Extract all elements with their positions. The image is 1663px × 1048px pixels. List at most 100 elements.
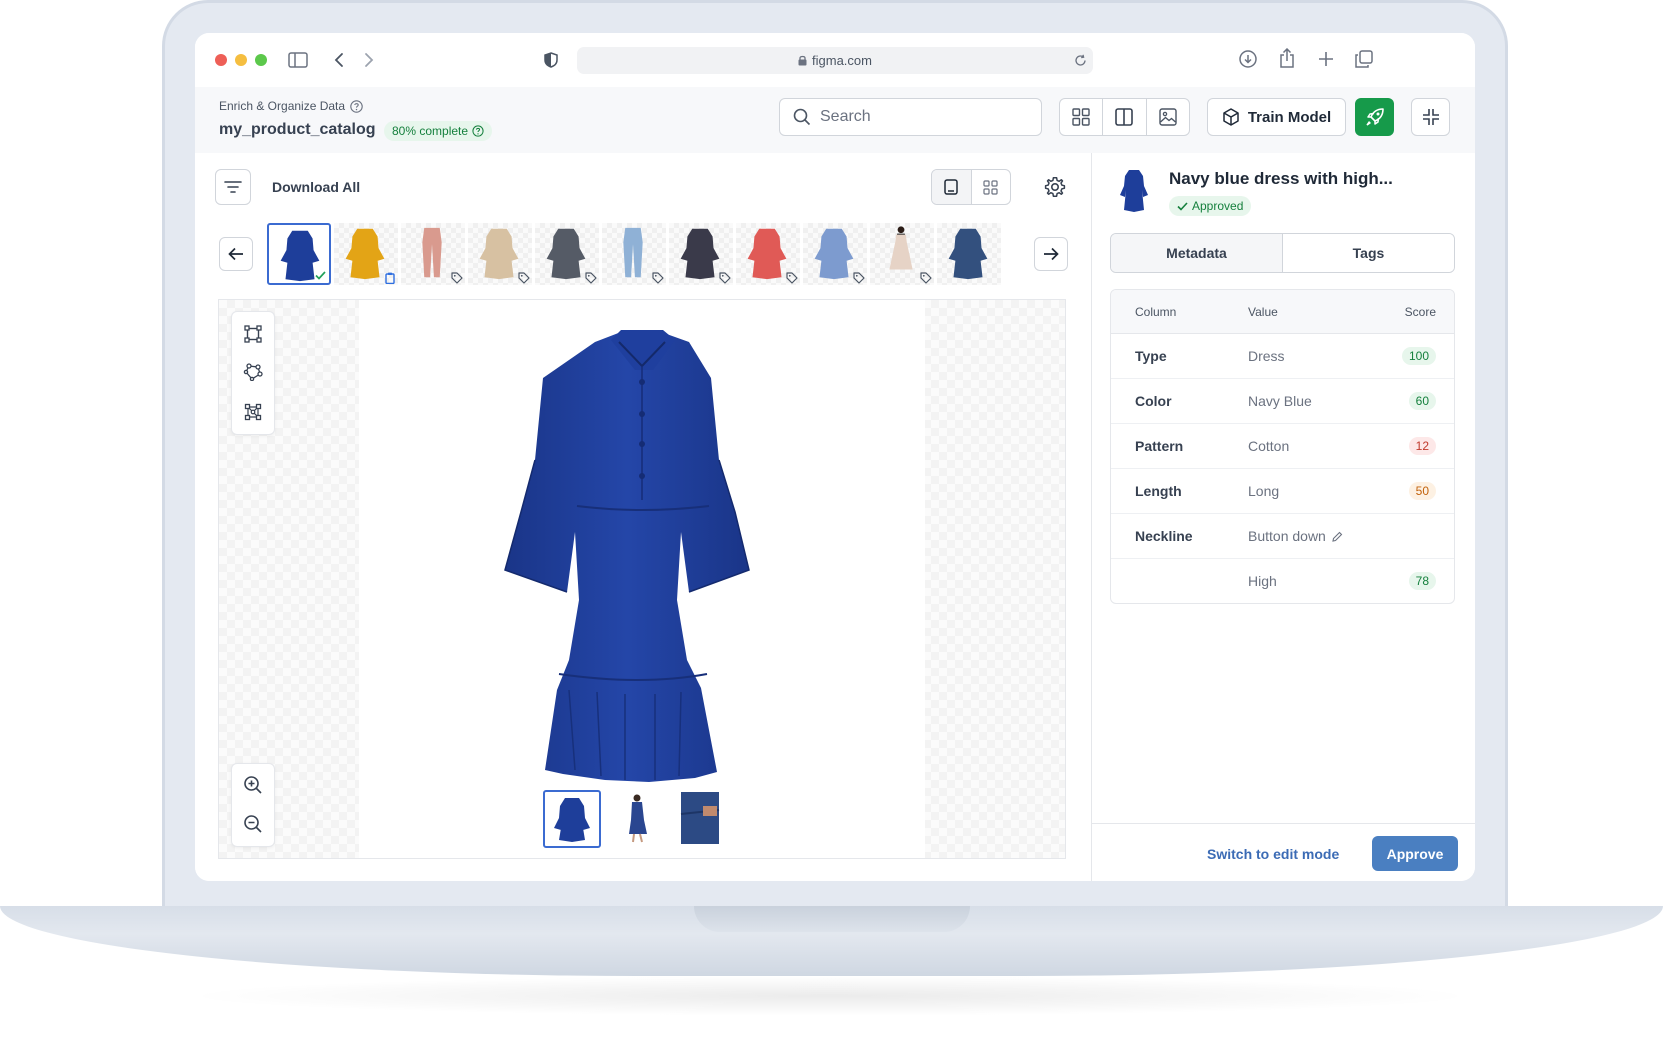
score-badge: 60 bbox=[1408, 392, 1436, 410]
row-value-text: Dress bbox=[1248, 348, 1285, 364]
multi-view-button[interactable] bbox=[972, 170, 1011, 204]
zoom-out-icon bbox=[243, 814, 263, 834]
thumbnail-denim-dress[interactable] bbox=[937, 223, 1001, 285]
thumbnail-yellow-dress[interactable] bbox=[334, 223, 398, 285]
browser-bar: figma.com bbox=[195, 33, 1475, 88]
breadcrumb-label: Enrich & Organize Data bbox=[219, 99, 346, 113]
close-window-button[interactable] bbox=[215, 54, 227, 66]
thumbnail-beige-dress[interactable] bbox=[468, 223, 532, 285]
deploy-button[interactable] bbox=[1355, 98, 1394, 136]
rocket-icon bbox=[1365, 107, 1385, 127]
image-view-button[interactable] bbox=[1147, 99, 1189, 135]
canvas-image-area bbox=[359, 300, 925, 858]
image-canvas[interactable] bbox=[218, 299, 1066, 859]
lock-icon bbox=[798, 55, 807, 66]
filter-button[interactable] bbox=[215, 169, 251, 205]
score-badge: 12 bbox=[1408, 437, 1436, 455]
thumbnail-navy-dress[interactable] bbox=[267, 223, 331, 285]
thumbnail-red-dress[interactable] bbox=[736, 223, 800, 285]
view-thumbnail-side[interactable] bbox=[609, 790, 667, 848]
row-value: High bbox=[1248, 573, 1388, 589]
table-row[interactable]: High 78 bbox=[1111, 559, 1454, 603]
zoom-out-button[interactable] bbox=[232, 804, 274, 844]
pencil-icon[interactable] bbox=[1332, 531, 1343, 542]
split-view-button[interactable] bbox=[1103, 99, 1147, 135]
thumbnail-skirt[interactable] bbox=[870, 223, 934, 285]
reload-icon[interactable] bbox=[1074, 54, 1087, 67]
filter-icon bbox=[224, 180, 242, 194]
zoom-in-button[interactable] bbox=[232, 765, 274, 805]
thumbnail-patterned-dress[interactable] bbox=[535, 223, 599, 285]
row-column-name: Color bbox=[1135, 393, 1172, 409]
back-icon[interactable] bbox=[329, 49, 349, 71]
row-value: Dress bbox=[1248, 348, 1388, 364]
table-row[interactable]: Neckline Button down bbox=[1111, 514, 1454, 559]
approve-button[interactable]: Approve bbox=[1372, 836, 1458, 871]
url-text: figma.com bbox=[812, 53, 872, 68]
forward-icon[interactable] bbox=[359, 49, 379, 71]
view-thumbnail-detail[interactable] bbox=[673, 790, 731, 848]
keypoint-tool[interactable] bbox=[232, 392, 274, 432]
detail-tabs: Metadata Tags bbox=[1110, 233, 1455, 273]
table-row[interactable]: Type Dress 100 bbox=[1111, 334, 1454, 379]
minimize-view-button[interactable] bbox=[1411, 98, 1450, 136]
thumbnail-blue-dress[interactable] bbox=[803, 223, 867, 285]
bounding-box-tool[interactable] bbox=[232, 314, 274, 354]
zoom-in-icon bbox=[243, 775, 263, 795]
laptop-notch bbox=[694, 906, 970, 932]
switch-edit-mode-link[interactable]: Switch to edit mode bbox=[1207, 846, 1339, 862]
view-thumbnail-front[interactable] bbox=[543, 790, 601, 848]
search-input[interactable]: Search bbox=[779, 98, 1042, 136]
single-view-button[interactable] bbox=[932, 170, 972, 204]
table-row[interactable]: Length Long 50 bbox=[1111, 469, 1454, 514]
row-score-cell: 100 bbox=[1388, 347, 1454, 365]
thumbnail-pink-pants[interactable] bbox=[401, 223, 465, 285]
thumbnail-jeans[interactable] bbox=[602, 223, 666, 285]
score-badge: 78 bbox=[1408, 572, 1436, 590]
cube-icon bbox=[1222, 108, 1240, 126]
tag-icon bbox=[852, 271, 865, 284]
next-image-button[interactable] bbox=[1034, 237, 1068, 271]
image-panel: Download All bbox=[195, 153, 1091, 881]
row-value-text: Long bbox=[1248, 483, 1280, 499]
tag-icon bbox=[584, 271, 597, 284]
maximize-window-button[interactable] bbox=[255, 54, 267, 66]
shrink-icon bbox=[1422, 108, 1440, 126]
tab-metadata[interactable]: Metadata bbox=[1111, 234, 1283, 272]
row-value: Button down bbox=[1248, 528, 1388, 544]
table-row[interactable]: Pattern Cotton 12 bbox=[1111, 424, 1454, 469]
train-model-label: Train Model bbox=[1247, 108, 1332, 126]
row-value: Long bbox=[1248, 483, 1388, 499]
thumbnail-print-dress[interactable] bbox=[669, 223, 733, 285]
tabs-overview-icon[interactable] bbox=[1353, 48, 1375, 70]
minimize-window-button[interactable] bbox=[235, 54, 247, 66]
train-model-button[interactable]: Train Model bbox=[1207, 98, 1346, 136]
download-all-button[interactable]: Download All bbox=[272, 179, 360, 195]
help-icon[interactable] bbox=[350, 99, 363, 113]
download-icon[interactable] bbox=[1237, 48, 1259, 70]
approved-badge: Approved bbox=[1169, 196, 1252, 216]
breadcrumb[interactable]: Enrich & Organize Data bbox=[219, 99, 363, 113]
settings-button[interactable] bbox=[1043, 175, 1067, 199]
url-bar[interactable]: figma.com bbox=[577, 47, 1093, 74]
new-tab-icon[interactable] bbox=[1315, 48, 1337, 70]
grid-view-button[interactable] bbox=[1060, 99, 1104, 135]
previous-image-button[interactable] bbox=[219, 237, 253, 271]
search-placeholder: Search bbox=[820, 108, 871, 125]
app-header: Enrich & Organize Data my_product_catalo… bbox=[195, 87, 1475, 154]
laptop-shadow bbox=[180, 976, 1480, 1016]
bounding-box-icon bbox=[244, 325, 262, 343]
keypoint-icon bbox=[244, 403, 262, 421]
progress-help-icon[interactable] bbox=[472, 125, 484, 137]
search-icon bbox=[793, 108, 811, 126]
sidebar-toggle-icon[interactable] bbox=[287, 49, 309, 71]
tab-tags[interactable]: Tags bbox=[1283, 234, 1454, 272]
shield-icon[interactable] bbox=[541, 49, 561, 71]
tag-icon bbox=[517, 271, 530, 284]
columns-icon bbox=[1115, 108, 1134, 126]
screen: figma.com Enrich & Organize Data my_prod… bbox=[195, 33, 1475, 881]
polygon-tool[interactable] bbox=[232, 352, 274, 392]
table-row[interactable]: Color Navy Blue 60 bbox=[1111, 379, 1454, 424]
share-icon[interactable] bbox=[1276, 46, 1298, 70]
header-score: Score bbox=[1404, 304, 1436, 319]
